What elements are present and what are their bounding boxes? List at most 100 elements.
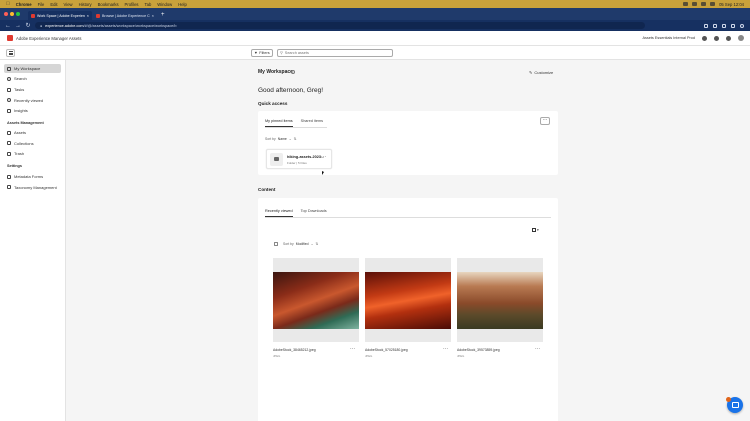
sort-direction-icon[interactable]: ⇅ [294,137,297,141]
select-all-checkbox[interactable] [274,242,278,246]
tab-my-pinned-items[interactable]: My pinned items [265,119,293,127]
pinned-item-card[interactable]: hiking-assets-2023... Folder | 5 Files ·… [266,149,332,169]
quick-access-title: Quick access [258,101,288,106]
asset-filename[interactable]: AdobeStock_39573859.jpeg [457,348,500,352]
asset-filename[interactable]: AdobeStock_38465212.jpeg [273,348,316,352]
menu-edit[interactable]: Edit [50,2,57,7]
asset-card[interactable] [273,258,359,342]
asset-card[interactable] [457,258,543,342]
sidepanel-icon[interactable] [731,23,735,28]
sidebar-item-collections[interactable]: Collections [4,139,61,148]
tab-top-downloads[interactable]: Top Downloads [301,209,327,217]
minimize-window-icon[interactable] [10,11,14,16]
tab-shared-items[interactable]: Shared items [301,119,323,127]
status-icon[interactable] [692,2,698,6]
wifi-icon[interactable] [701,2,707,6]
tab-recently-viewed[interactable]: Recently viewed [265,209,293,217]
filters-button[interactable]: ▼ Filters [251,48,273,57]
url-field[interactable]: ● experience.adobe.com/#/@/assets/assets… [35,22,645,29]
menu-view[interactable]: View [64,2,73,7]
window-controls [4,11,20,16]
clock[interactable]: 05 Sep 12:04 [719,2,744,7]
bookmark-icon[interactable] [713,23,717,28]
assets-icon [7,130,11,135]
sidebar-item-search[interactable]: Search [4,74,61,83]
search-field[interactable]: ⚲ [277,48,393,57]
menu-profiles[interactable]: Profiles [125,2,139,7]
adobe-favicon-icon [96,13,100,18]
more-options-icon[interactable]: ··· [535,346,540,352]
grid-view-icon [532,228,536,232]
more-options-icon[interactable]: ··· [321,154,326,160]
adobe-logo-icon[interactable] [7,35,13,41]
reload-icon[interactable]: ↻ [25,22,31,29]
customize-button[interactable]: ✎ Customize [529,70,553,75]
menu-chrome[interactable]: Chrome [16,2,32,7]
adobe-favicon-icon [31,13,35,18]
page-title: My Workspace [258,69,293,75]
mouse-cursor [322,171,324,175]
app-title[interactable]: Adobe Experience Manager Assets [16,36,81,41]
view-switcher[interactable]: ▾ [532,228,539,232]
menu-file[interactable]: File [38,2,45,7]
sidebar-item-insights[interactable]: Insights [4,106,61,115]
menu-bookmarks[interactable]: Bookmarks [98,2,119,7]
apple-icon[interactable]:  [6,1,10,7]
content-sort[interactable]: Sort by Modified ⌄ ⇅ [283,242,318,246]
menu-help[interactable]: Help [178,2,187,7]
sidebar-item-taxonomy[interactable]: Taxonomy Management [4,183,61,192]
quick-access-more-button[interactable]: ··· [540,117,550,125]
close-tab-icon[interactable]: × [152,13,154,18]
quick-access-sort[interactable]: Sort by Name ⌄ ⇅ [265,137,296,141]
more-options-icon[interactable]: ··· [443,346,448,352]
hamburger-menu-button[interactable] [6,49,15,57]
folder-icon [270,153,283,166]
notification-badge [726,397,731,402]
info-icon[interactable] [291,69,295,74]
profile-icon[interactable] [740,23,744,28]
url-host: experience.adobe.com [45,23,84,28]
sidebar-item-tasks[interactable]: Tasks [4,85,61,94]
battery-icon[interactable] [710,2,716,6]
menu-tab[interactable]: Tab [145,2,152,7]
sidebar-item-trash[interactable]: Trash [4,149,61,158]
notifications-icon[interactable] [726,35,731,41]
sidebar-item-label: Tasks [14,87,25,92]
sort-label: Sort by [283,242,294,246]
asset-card[interactable] [365,258,451,342]
chart-icon [7,108,11,113]
asset-thumbnail-canyon-river [273,272,359,329]
sidebar-item-label: Taxonomy Management [14,184,57,190]
chevron-down-icon: ⌄ [310,242,314,246]
sidebar-item-label: Assets [14,130,27,135]
apps-grid-icon[interactable] [702,35,707,41]
browser-tab-strip: Work Space | Adobe Experienc × Browse | … [0,8,750,20]
sidebar-item-metadata-forms[interactable]: Metadata Forms [4,172,61,181]
avatar[interactable] [738,35,744,41]
forward-icon[interactable]: → [15,23,21,29]
org-switcher[interactable]: Assets Essentials Internal Prod [642,36,695,40]
share-icon[interactable] [704,23,708,28]
sidebar-item-my-workspace[interactable]: My Workspace [4,64,61,73]
menu-window[interactable]: Window [157,2,172,7]
back-icon[interactable]: ← [5,23,11,29]
status-icon[interactable] [683,2,689,6]
tab-title: Work Space | Adobe Experienc [37,13,85,18]
chevron-down-icon: ⌄ [288,137,292,141]
new-tab-icon[interactable]: + [158,11,165,20]
close-tab-icon[interactable]: × [87,13,89,18]
close-window-icon[interactable] [4,11,8,16]
asset-filename[interactable]: AdobeStock_57025180.jpeg [365,348,408,352]
main-content: My Workspace ✎ Customize Good afternoon,… [66,60,750,421]
search-input[interactable] [284,50,385,55]
sidebar-item-recently-viewed[interactable]: Recently viewed [4,96,61,105]
extensions-icon[interactable] [722,23,726,28]
menu-history[interactable]: History [79,2,92,7]
browser-tab[interactable]: Browse | Adobe Experience C × [93,11,157,20]
browser-tab[interactable]: Work Space | Adobe Experienc × [28,11,92,20]
more-options-icon[interactable]: ··· [350,346,355,352]
help-icon[interactable] [714,35,719,41]
zoom-window-icon[interactable] [16,11,20,16]
sort-direction-icon[interactable]: ⇅ [315,242,318,246]
sidebar-item-assets[interactable]: Assets [4,128,61,137]
